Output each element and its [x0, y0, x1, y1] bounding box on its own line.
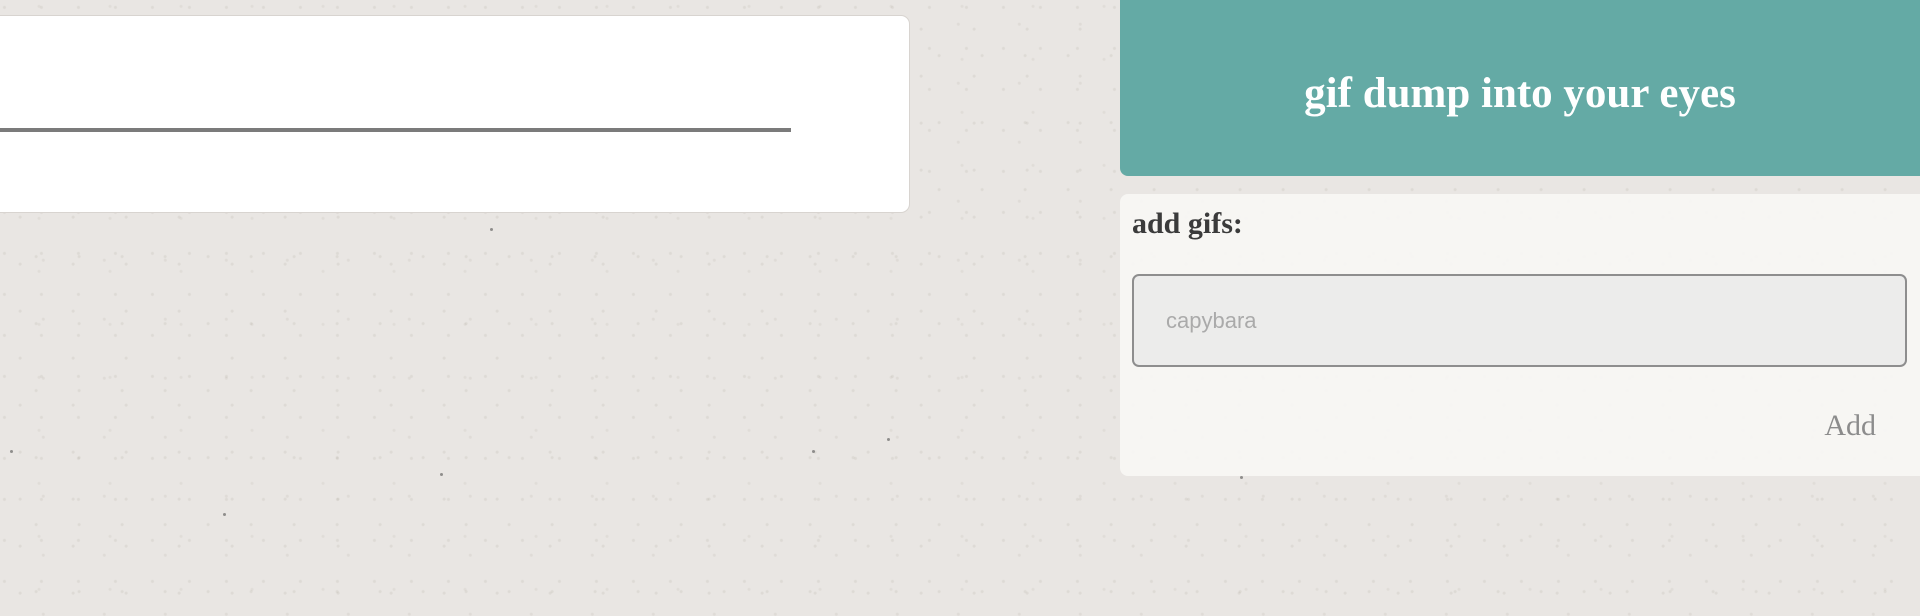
background-speck [887, 438, 890, 441]
gif-search-input[interactable] [1132, 274, 1907, 367]
loading-progress-bar [0, 128, 791, 132]
gif-display-card [0, 15, 910, 213]
background-speck [1240, 476, 1243, 479]
add-gifs-heading: add gifs: [1132, 207, 1243, 240]
background-speck [812, 450, 815, 453]
background-speck [440, 473, 443, 476]
add-button[interactable]: Add [1820, 408, 1880, 444]
background-speck [10, 450, 13, 453]
background-speck [490, 228, 493, 231]
site-header: gif dump into your eyes [1120, 0, 1920, 176]
add-gifs-panel: add gifs: Add [1120, 194, 1920, 476]
site-title: gif dump into your eyes [1304, 70, 1736, 117]
background-speck [223, 513, 226, 516]
